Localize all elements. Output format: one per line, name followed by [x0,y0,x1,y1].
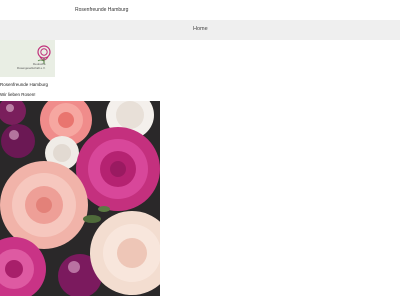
top-header: Rosenfreunde Hamburg [0,0,400,20]
sidebar-tagline: Wir lieben Rosen! [0,92,36,97]
society-logo[interactable]: Deutsche Rosengesellschaft e.V. [0,40,55,77]
roses-photo [0,101,160,296]
site-title-link[interactable]: Rosenfreunde Hamburg [75,7,128,13]
logo-text-line2: Rosengesellschaft e.V. [17,66,46,70]
sidebar-site-name: Rosenfreunde Hamburg [0,82,49,87]
nav-item-home[interactable]: Home [193,26,208,32]
main-nav: Home [0,20,400,40]
